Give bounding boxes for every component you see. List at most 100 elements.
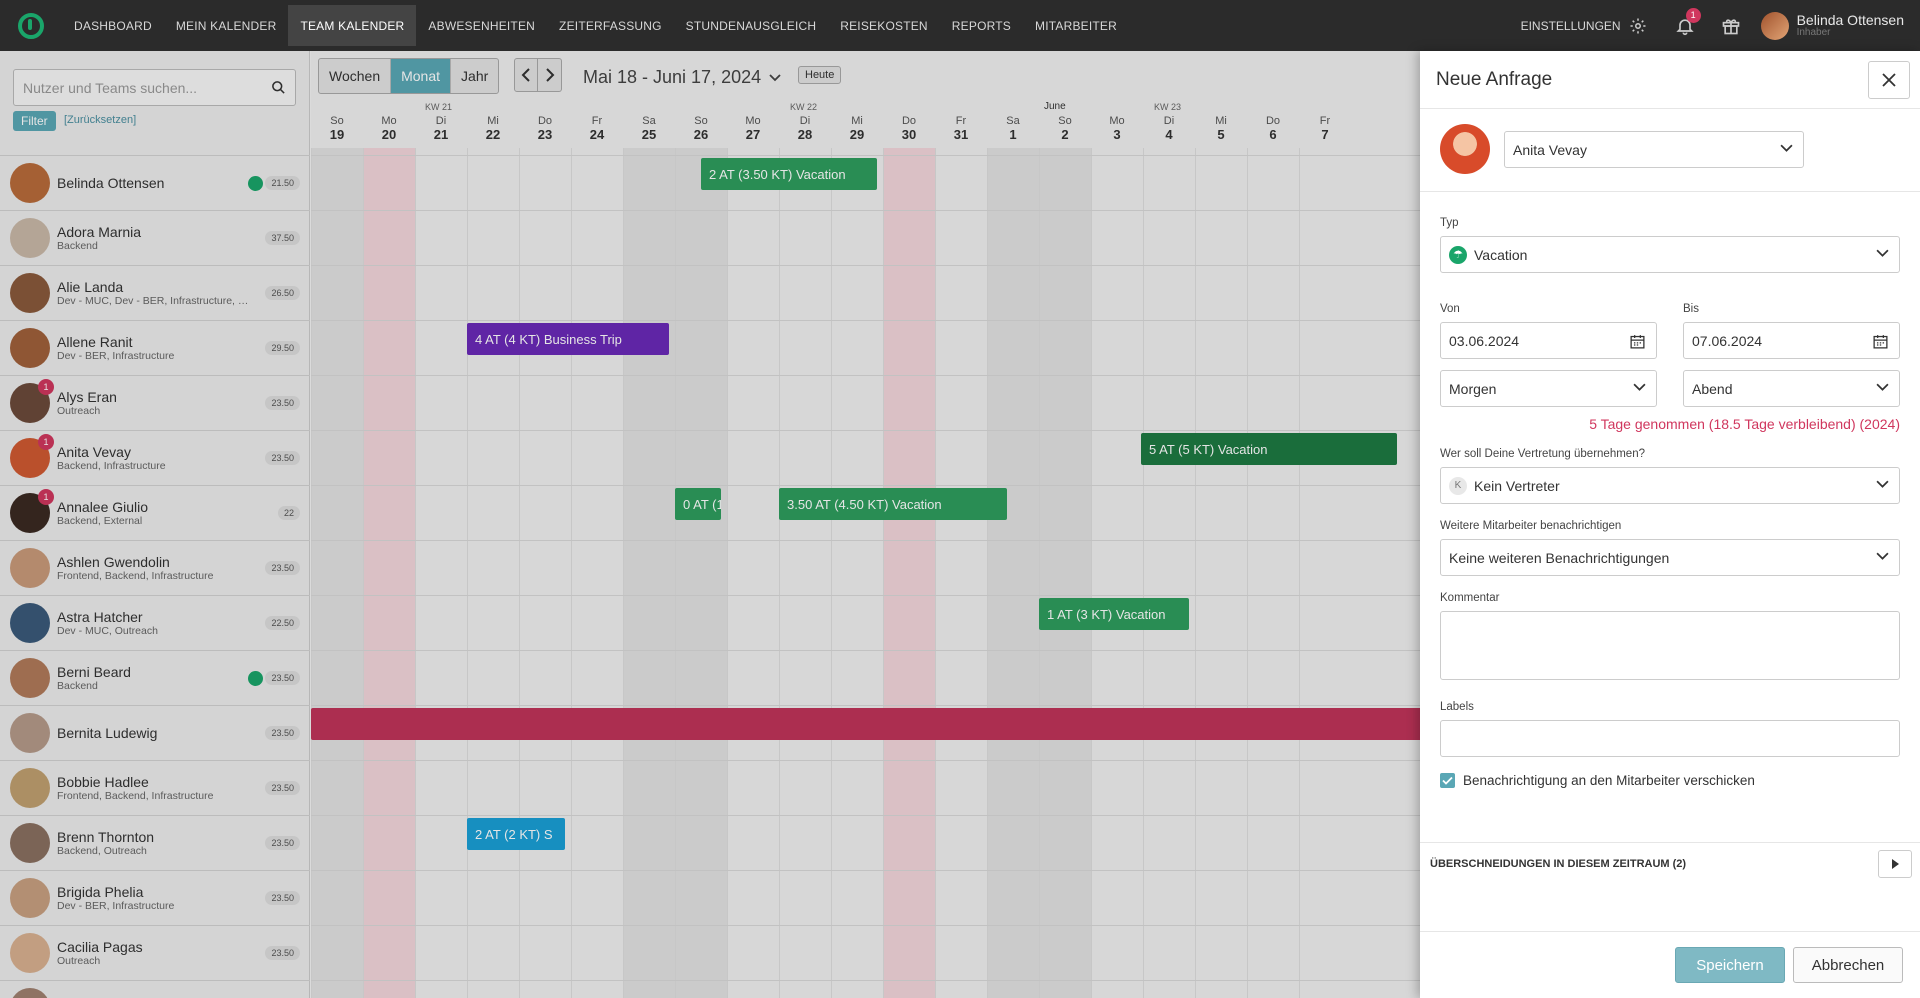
calendar-icon[interactable] — [1629, 333, 1646, 350]
hours-badge: 22 — [277, 506, 300, 520]
prev-button[interactable] — [514, 58, 538, 92]
day-header-cell: Di 28 — [779, 115, 831, 142]
next-button[interactable] — [538, 58, 562, 92]
save-button[interactable]: Speichern — [1675, 947, 1785, 983]
month-label: June — [1044, 101, 1066, 112]
absence-bar[interactable] — [311, 708, 1431, 740]
settings-link[interactable]: EINSTELLUNGEN — [1521, 17, 1647, 35]
list-item[interactable]: Brenn Thornton Backend, Outreach 23.50 — [0, 815, 310, 870]
absence-bar[interactable]: 0 AT (1.50 KT) Vacation — [675, 488, 721, 520]
view-year-button[interactable]: Jahr — [451, 59, 498, 93]
to-date-field[interactable]: 07.06.2024 — [1683, 322, 1900, 359]
person-info: Astra Hatcher Dev - MUC, Outreach — [57, 609, 247, 637]
day-header-cell: So 2 — [1039, 115, 1091, 142]
nav-dashboard[interactable]: DASHBOARD — [62, 5, 164, 46]
day-number: 6 — [1269, 127, 1277, 142]
from-daypart-select[interactable]: Morgen — [1440, 370, 1657, 407]
absence-bar[interactable]: 1 AT (3 KT) Vacation — [1039, 598, 1189, 630]
nav-overtime[interactable]: STUNDENAUSGLEICH — [674, 5, 829, 46]
employee-select[interactable]: Anita Vevay — [1504, 131, 1804, 168]
avatar — [10, 878, 50, 918]
chevron-down-icon — [769, 73, 781, 81]
calendar-icon[interactable] — [1872, 333, 1889, 350]
from-date-field[interactable]: 03.06.2024 — [1440, 322, 1657, 359]
reset-filter-link[interactable]: [Zurücksetzen] — [64, 114, 136, 126]
list-item[interactable]: 1 Anita Vevay Backend, Infrastructure 23.50 — [0, 430, 310, 485]
overlaps-toggle-button[interactable] — [1878, 850, 1912, 878]
type-select[interactable]: ☂ Vacation — [1440, 236, 1900, 273]
day-number: 21 — [433, 127, 449, 142]
list-item[interactable]: Bobbie Hadlee Frontend, Backend, Infrastr… — [0, 760, 310, 815]
comment-textarea[interactable] — [1440, 611, 1900, 680]
nav-team-calendar[interactable]: TEAM KALENDER — [288, 5, 417, 46]
today-button[interactable]: Heute — [798, 66, 842, 84]
person-teams: Backend — [57, 240, 98, 252]
view-month-button[interactable]: Monat — [391, 59, 452, 93]
hours-badge: 26.50 — [265, 286, 300, 300]
labels-input[interactable] — [1440, 720, 1900, 757]
absence-bar[interactable]: 4 AT (4 KT) Business Trip — [467, 323, 669, 355]
day-header-cell: Sa 1 — [987, 115, 1039, 142]
list-item[interactable]: 1 Alys Eran Outreach 23.50 — [0, 375, 310, 430]
list-item[interactable]: Allene Ranit Dev - BER, Infrastructure 29.… — [0, 320, 310, 375]
filter-button[interactable]: Filter — [13, 111, 56, 131]
user-menu[interactable]: Belinda Ottensen Inhaber — [1760, 11, 1904, 40]
person-teams: Dev - BER, Infrastructure — [57, 900, 175, 912]
avatar — [10, 823, 50, 863]
to-daypart-select[interactable]: Abend — [1683, 370, 1900, 407]
hours-badge: 23.50 — [265, 781, 300, 795]
hours-badge: 22.50 — [265, 616, 300, 630]
absence-bar[interactable]: 5 AT (5 KT) Vacation — [1141, 433, 1397, 465]
person-teams: Dev - MUC, Dev - BER, Infrastructure, O.… — [57, 295, 252, 307]
close-button[interactable] — [1868, 61, 1910, 99]
hours-badge: 23.50 — [265, 671, 300, 685]
date-range-dropdown[interactable]: Mai 18 - Juni 17, 2024 — [583, 67, 781, 88]
person-name: Alie Landa — [57, 279, 124, 295]
list-item[interactable]: Adora Marnia Backend 37.50 — [0, 210, 310, 265]
person-name: Bernita Ludewig — [57, 725, 158, 741]
cancel-button[interactable]: Abbrechen — [1793, 947, 1903, 983]
substitute-select[interactable]: K Kein Vertreter — [1440, 467, 1900, 504]
nav-my-calendar[interactable]: MEIN KALENDER — [164, 5, 289, 46]
list-item[interactable]: Ashlen Gwendolin Frontend, Backend, Infra… — [0, 540, 310, 595]
gift-button[interactable] — [1715, 10, 1747, 42]
nav-travel-expenses[interactable]: REISEKOSTEN — [828, 5, 940, 46]
person-name: Brenn Thornton — [57, 829, 155, 845]
list-item[interactable]: Calypso Gehman — [0, 980, 310, 998]
absence-bar[interactable]: 2 AT (3.50 KT) Vacation — [701, 158, 877, 190]
nav-reports[interactable]: REPORTS — [940, 5, 1023, 46]
view-weeks-button[interactable]: Wochen — [319, 59, 392, 93]
person-teams: Dev - MUC, Outreach — [57, 625, 158, 637]
search-input[interactable]: Nutzer und Teams suchen... — [13, 69, 296, 106]
absence-bar[interactable]: 3.50 AT (4.50 KT) Vacation — [779, 488, 1007, 520]
list-item[interactable]: Astra Hatcher Dev - MUC, Outreach 22.50 — [0, 595, 310, 650]
app-logo[interactable] — [0, 0, 62, 51]
person-teams: Dev - BER, Infrastructure — [57, 350, 175, 362]
avatar — [10, 548, 50, 588]
list-item[interactable]: 1 Annalee Giulio Backend, External 22 — [0, 485, 310, 540]
notifications-button[interactable]: 1 — [1669, 7, 1701, 42]
hours-badge: 29.50 — [265, 341, 300, 355]
nav-absences[interactable]: ABWESENHEITEN — [416, 5, 547, 46]
weekday-label: Di — [435, 115, 447, 127]
person-teams: Backend — [57, 680, 98, 692]
avatar — [1760, 11, 1789, 40]
list-item[interactable]: Belinda Ottensen 21.50 — [0, 155, 310, 210]
chevron-down-icon — [1876, 552, 1889, 560]
chevron-left-icon — [521, 68, 530, 82]
person-badge: 1 — [38, 434, 54, 450]
list-item[interactable]: Berni Beard Backend 23.50 — [0, 650, 310, 705]
nav-employees[interactable]: MITARBEITER — [1023, 5, 1129, 46]
weekday-label: Sa — [642, 115, 656, 127]
list-item[interactable]: Cacilia Pagas Outreach 23.50 — [0, 925, 310, 980]
notify-select[interactable]: Keine weiteren Benachrichtigungen — [1440, 539, 1900, 576]
list-item[interactable]: Bernita Ludewig 23.50 — [0, 705, 310, 760]
list-item[interactable]: Alie Landa Dev - MUC, Dev - BER, Infrastr… — [0, 265, 310, 320]
list-item[interactable]: Brigida Phelia Dev - BER, Infrastructure 2… — [0, 870, 310, 925]
notify-employee-checkbox[interactable] — [1440, 773, 1455, 788]
day-number: 1 — [1009, 127, 1017, 142]
person-name: Ashlen Gwendolin — [57, 554, 170, 570]
day-header-cell: Di 21 — [415, 115, 467, 142]
nav-time-tracking[interactable]: ZEITERFASSUNG — [547, 5, 674, 46]
absence-bar[interactable]: 2 AT (2 KT) S — [467, 818, 565, 850]
